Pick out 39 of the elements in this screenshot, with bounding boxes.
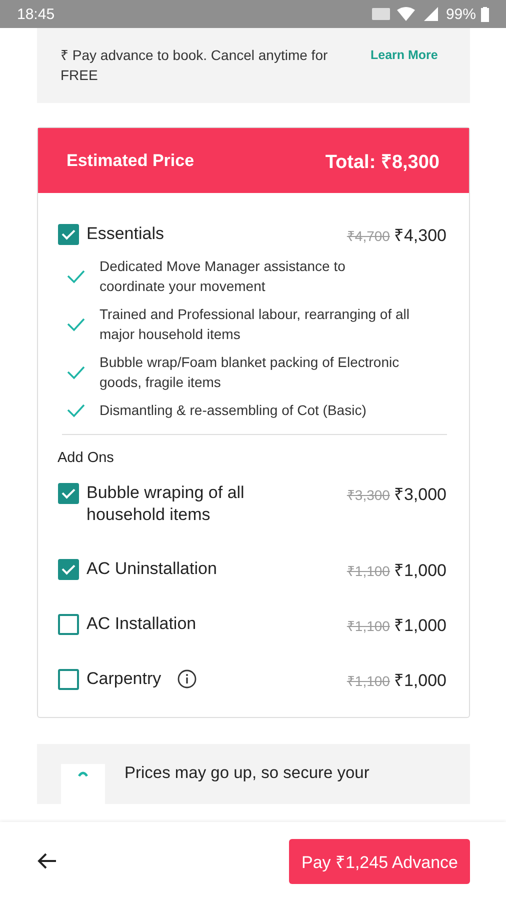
feature-text: Bubble wrap/Foam blanket packing of Electronic goods, fragile items — [100, 353, 400, 392]
learn-more-link[interactable]: Learn More — [370, 48, 438, 62]
pay-button[interactable]: Pay ₹1,245 Advance — [289, 838, 470, 884]
checkbox[interactable] — [58, 483, 78, 504]
option-label: Essentials — [86, 223, 165, 245]
check-icon — [66, 402, 86, 418]
banner-text: ₹ Pay advance to book. Cancel anytime for FREE — [60, 46, 329, 85]
option-label: Carpentry — [86, 668, 162, 690]
original-price: ₹1,100 — [346, 672, 390, 690]
feature-text: Dedicated Move Manager assistance to coordinate your movement — [100, 257, 346, 296]
price: ₹1,000 — [394, 670, 446, 691]
price: ₹3,000 — [394, 484, 446, 505]
promo-text: Prices may go up, so secure your — [124, 764, 370, 784]
feature-text: Dismantling & re-assembling of Cot (Basic) — [100, 401, 366, 420]
battery-percent: 99% — [446, 6, 476, 22]
option-label: AC Uninstallation — [86, 558, 217, 580]
checkbox[interactable] — [58, 669, 78, 690]
original-price: ₹4,700 — [346, 227, 390, 245]
section-title: Add Ons — [58, 450, 115, 466]
status-time: 18:45 — [17, 6, 55, 22]
original-price: ₹1,100 — [346, 617, 390, 635]
check-icon — [66, 364, 86, 380]
checkbox[interactable] — [58, 614, 78, 635]
battery-icon — [481, 6, 489, 22]
total-price: Total: ₹8,300 — [325, 150, 440, 174]
original-price: ₹1,100 — [346, 562, 390, 580]
option-label: Bubble wraping of all household items — [86, 482, 246, 526]
wifi-icon — [396, 6, 416, 22]
check-icon — [66, 316, 86, 332]
checkbox[interactable] — [58, 224, 78, 245]
option-label: AC Installation — [86, 613, 196, 635]
checkbox[interactable] — [58, 559, 78, 580]
header-title: Estimated Price — [66, 150, 194, 170]
original-price: ₹3,300 — [346, 486, 390, 504]
check-icon — [66, 268, 86, 284]
price: ₹4,300 — [394, 225, 446, 246]
feature-text: Trained and Professional labour, rearranging of all major household items — [100, 305, 410, 344]
price: ₹1,000 — [394, 615, 446, 636]
price: ₹1,000 — [394, 560, 446, 581]
